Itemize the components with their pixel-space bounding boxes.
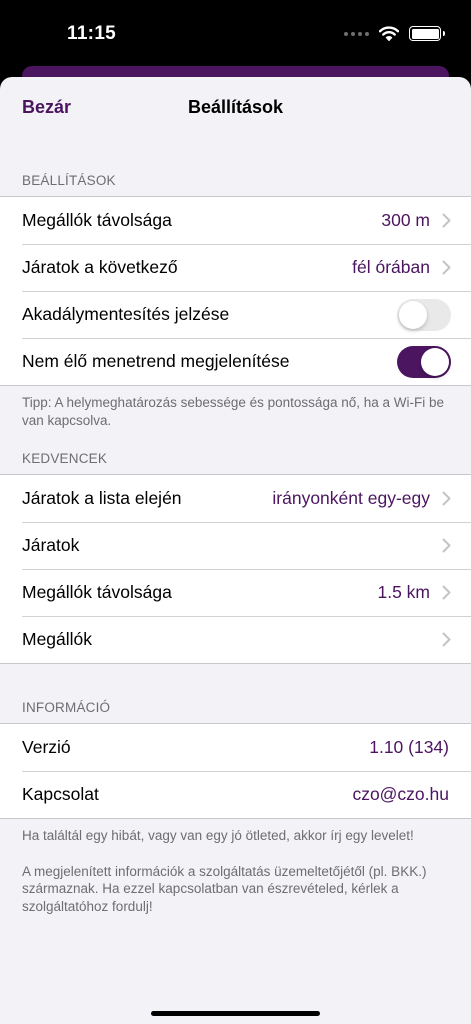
- favorites-routes-order-row[interactable]: Járatok a lista elején irányonként egy-e…: [0, 475, 471, 522]
- row-label: Akadálymentesítés jelzése: [22, 304, 230, 324]
- departures-window-row[interactable]: Járatok a következő fél órában: [0, 244, 471, 291]
- accessibility-indicator-row: Akadálymentesítés jelzése: [0, 291, 471, 338]
- home-indicator[interactable]: [151, 1011, 320, 1016]
- chevron-right-icon: [442, 491, 451, 506]
- row-value: 300 m: [381, 210, 430, 230]
- row-label: Járatok a lista elején: [22, 488, 182, 508]
- contact-email-link[interactable]: czo@czo.hu: [352, 784, 449, 805]
- contact-row[interactable]: Kapcsolat czo@czo.hu: [0, 771, 471, 818]
- info-footer-feedback: Ha találtál egy hibát, vagy van egy jó ö…: [22, 828, 414, 843]
- row-value: 1.5 km: [377, 582, 430, 602]
- row-label: Megállók távolsága: [22, 582, 172, 602]
- row-label: Kapcsolat: [22, 784, 99, 804]
- section-header-settings: BEÁLLÍTÁSOK: [22, 173, 116, 188]
- row-value: irányonként egy-egy: [272, 488, 430, 508]
- version-value: 1.10 (134): [369, 737, 449, 757]
- non-live-timetable-row: Nem élő menetrend megjelenítése: [0, 338, 471, 385]
- info-group: Verzió 1.10 (134) Kapcsolat czo@czo.hu: [0, 723, 471, 819]
- settings-group: Megállók távolsága 300 m Járatok a követ…: [0, 196, 471, 386]
- settings-sheet: Bezár Beállítások BEÁLLÍTÁSOK Megállók t…: [0, 77, 471, 1024]
- row-label: Megállók távolsága: [22, 210, 172, 230]
- row-label: Verzió: [22, 737, 71, 757]
- row-label: Nem élő menetrend megjelenítése: [22, 351, 290, 371]
- non-live-timetable-toggle[interactable]: [397, 345, 451, 378]
- chevron-right-icon: [442, 260, 451, 275]
- battery-icon: [409, 26, 445, 41]
- chevron-right-icon: [442, 213, 451, 228]
- favorites-stops-row[interactable]: Megállók: [0, 616, 471, 663]
- favorites-group: Járatok a lista elején irányonként egy-e…: [0, 474, 471, 664]
- chevron-right-icon: [442, 538, 451, 553]
- version-row: Verzió 1.10 (134): [0, 724, 471, 771]
- cellular-signal-icon: [344, 31, 369, 36]
- status-icons: [344, 26, 445, 41]
- row-value: fél órában: [352, 257, 430, 277]
- settings-footer-tip: Tipp: A helymeghatározás sebessége és po…: [22, 395, 445, 428]
- navigation-bar: Bezár Beállítások: [0, 77, 471, 137]
- row-label: Járatok: [22, 535, 80, 555]
- section-header-info: INFORMÁCIÓ: [22, 700, 111, 715]
- row-label: Megállók: [22, 629, 93, 649]
- info-footer-disclaimer: A megjelenített információk a szolgáltat…: [22, 863, 427, 914]
- chevron-right-icon: [442, 585, 451, 600]
- stop-distance-row[interactable]: Megállók távolsága 300 m: [0, 197, 471, 244]
- wifi-icon: [379, 26, 399, 41]
- chevron-right-icon: [442, 632, 451, 647]
- section-header-favorites: KEDVENCEK: [22, 451, 108, 466]
- favorites-routes-row[interactable]: Járatok: [0, 522, 471, 569]
- status-time: 11:15: [67, 23, 117, 44]
- status-bar: 11:15: [0, 0, 471, 66]
- favorites-stop-distance-row[interactable]: Megállók távolsága 1.5 km: [0, 569, 471, 616]
- row-label: Járatok a következő: [22, 257, 178, 277]
- page-title: Beállítások: [187, 97, 284, 117]
- accessibility-indicator-toggle[interactable]: [397, 298, 451, 331]
